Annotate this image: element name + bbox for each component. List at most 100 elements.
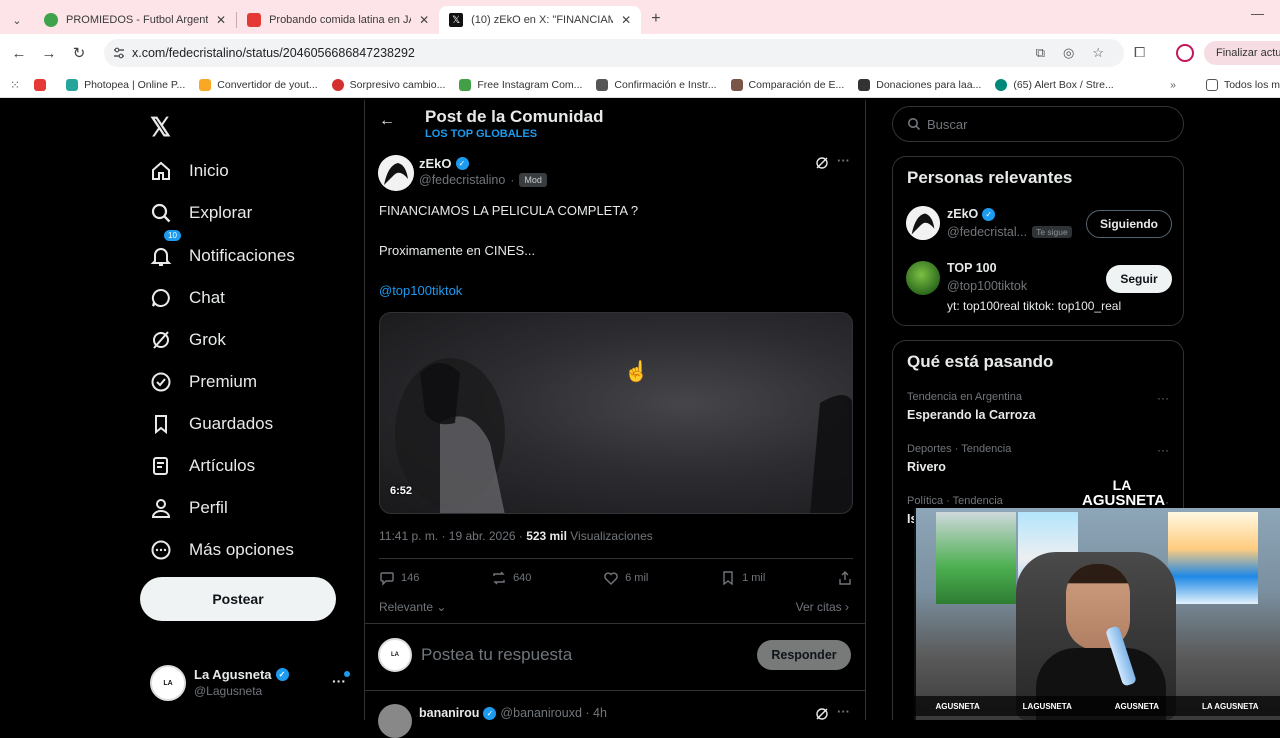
post-timestamp[interactable]: 11:41 p. m. · 19 abr. 2026 ·	[379, 529, 526, 543]
grok-icon[interactable]	[815, 707, 829, 726]
person-name[interactable]: TOP 100	[947, 261, 997, 275]
back-arrow-icon[interactable]: ←	[379, 112, 395, 130]
view-quotes-link[interactable]: Ver citas ›	[796, 600, 849, 614]
nav-item-grok[interactable]: Grok	[150, 329, 226, 351]
chevron-right-icon: ›	[841, 600, 849, 614]
bookmark-button[interactable]: 1 mil	[720, 570, 765, 586]
post-more-icon[interactable]: ···	[837, 153, 850, 168]
person-handle: @fedecristal...	[947, 225, 1028, 239]
profile-icon[interactable]	[1176, 44, 1194, 62]
nav-item-articulos[interactable]: Artículos	[150, 455, 255, 477]
close-tab-icon[interactable]: ✕	[419, 13, 429, 27]
share-button[interactable]	[837, 570, 853, 586]
heart-icon	[604, 572, 618, 585]
close-tab-icon[interactable]: ✕	[216, 13, 226, 27]
url-field[interactable]: x.com/fedecristalino/status/204605668684…	[104, 39, 1124, 67]
back-arrow-icon[interactable]: ←	[4, 45, 34, 62]
bookmark-item[interactable]: Photopea | Online P...	[66, 78, 185, 91]
bookmarks-bar: ⁙ Photopea | Online P... Convertidor de …	[0, 72, 1280, 98]
trend-more-icon[interactable]: ···	[1157, 443, 1169, 457]
avatar[interactable]	[378, 704, 412, 738]
grok-icon	[150, 329, 172, 351]
news-icon	[331, 78, 344, 91]
new-tab-icon[interactable]: +	[651, 10, 660, 28]
finalizar-button[interactable]: Finalizar actual	[1204, 41, 1280, 65]
repost-button[interactable]: 640	[491, 570, 531, 586]
avatar[interactable]	[378, 155, 414, 191]
bookmark-item[interactable]: Donaciones para laa...	[858, 78, 981, 91]
extensions-icon[interactable]: ⧠	[1134, 44, 1145, 61]
forward-arrow-icon[interactable]: →	[34, 45, 64, 62]
install-app-icon[interactable]: ⧉	[1036, 45, 1045, 61]
nav-item-premium[interactable]: Premium	[150, 371, 257, 393]
reply-more-icon[interactable]: ···	[837, 704, 850, 719]
follow-button[interactable]: Seguir	[1106, 265, 1172, 293]
site-info-icon[interactable]	[112, 46, 126, 60]
avatar[interactable]	[906, 261, 940, 295]
grok-icon[interactable]	[815, 156, 829, 173]
reply-author[interactable]: bananirou	[419, 706, 479, 720]
nav-item-notificaciones[interactable]: 10 Notificaciones	[150, 230, 295, 267]
minimize-icon[interactable]: —	[1251, 6, 1264, 21]
left-navigation: 𝕏 Inicio Explorar 10 Notificaciones Chat…	[140, 100, 364, 720]
reply-submit-button[interactable]: Responder	[757, 640, 851, 670]
bookmark-item[interactable]: Comparación de E...	[730, 78, 844, 91]
more-bookmarks-icon[interactable]: »	[1170, 79, 1176, 91]
person-handle: @top100tiktok	[947, 279, 1028, 293]
bookmark-item[interactable]: Free Instagram Com...	[459, 78, 582, 91]
reply-button[interactable]: 146	[379, 570, 419, 586]
nav-item-inicio[interactable]: Inicio	[150, 160, 229, 182]
link-icon	[596, 78, 609, 91]
notification-badge: 10	[164, 230, 181, 241]
browser-tab-x[interactable]: 𝕏 (10) zEkO en X: "FINANCIAMOS ✕	[439, 6, 642, 34]
nav-item-perfil[interactable]: Perfil	[150, 497, 228, 519]
reload-icon[interactable]: ↻	[64, 44, 94, 62]
main-column: ← Post de la Comunidad LOS TOP GLOBALES …	[364, 100, 866, 738]
x-logo-icon[interactable]: 𝕏	[150, 112, 171, 143]
post-handle[interactable]: @fedecristalino	[419, 173, 505, 187]
photopea-icon	[66, 78, 79, 91]
bookmark-item[interactable]	[34, 78, 52, 91]
page-title: Post de la Comunidad	[425, 107, 604, 126]
nav-item-guardados[interactable]: Guardados	[150, 413, 273, 435]
trend-more-icon[interactable]: ···	[1157, 391, 1169, 405]
search-icon	[908, 118, 921, 131]
search-input[interactable]: Buscar	[892, 106, 1184, 142]
star-icon[interactable]: ☆	[1092, 45, 1104, 61]
account-switcher[interactable]: LA La Agusneta ✓ @Lagusneta ···	[150, 665, 350, 701]
tab-search-chevron-icon[interactable]: ⌄	[0, 6, 34, 34]
community-link[interactable]: LOS TOP GLOBALES	[425, 128, 537, 140]
avatar[interactable]	[906, 206, 940, 240]
reply-input[interactable]: Postea tu respuesta	[421, 645, 572, 665]
account-handle: @Lagusneta	[194, 684, 263, 698]
apps-grid-icon[interactable]: ⁙	[10, 78, 20, 92]
sort-dropdown[interactable]: Relevante ⌄	[379, 600, 446, 614]
like-button[interactable]: 6 mil	[603, 570, 648, 586]
all-bookmarks-folder[interactable]: Todos los m	[1205, 78, 1280, 91]
premium-icon	[150, 371, 172, 393]
video-frame	[395, 358, 852, 513]
video-duration: 6:52	[390, 485, 413, 497]
nav-item-explorar[interactable]: Explorar	[150, 202, 252, 224]
eye-off-icon[interactable]: ◎	[1063, 45, 1074, 61]
bookmark-item[interactable]: Sorpresivo cambio...	[331, 78, 445, 91]
bookmark-item[interactable]: Convertidor de yout...	[199, 78, 318, 91]
close-tab-icon[interactable]: ✕	[621, 13, 631, 27]
avatar: LA	[150, 665, 186, 701]
video-player[interactable]: ☝ 6:52	[379, 312, 853, 514]
mention-link[interactable]: @top100tiktok	[379, 283, 462, 298]
person-name[interactable]: zEkO	[947, 207, 978, 221]
post-author[interactable]: zEkO	[419, 156, 452, 171]
nav-item-chat[interactable]: Chat	[150, 287, 225, 309]
browser-tab-promiedos[interactable]: PROMIEDOS - Futbol Argentino ✕	[34, 6, 236, 34]
post-actions: 146 640 6 mil 1 mil	[379, 570, 853, 586]
nav-item-mas-opciones[interactable]: Más opciones	[150, 539, 294, 561]
browser-tab-youtube[interactable]: Probando comida latina en JAPON ✕	[237, 6, 439, 34]
bookmark-item[interactable]: Confirmación e Instr...	[596, 78, 717, 91]
bookmark-item[interactable]: (65) Alert Box / Stre...	[995, 78, 1114, 91]
post-button[interactable]: Postear	[140, 577, 336, 621]
search-icon	[150, 202, 172, 224]
following-button[interactable]: Siguiendo	[1086, 210, 1172, 238]
address-bar-row: ← → ↻ x.com/fedecristalino/status/204605…	[0, 34, 1280, 72]
compare-icon	[730, 78, 743, 91]
